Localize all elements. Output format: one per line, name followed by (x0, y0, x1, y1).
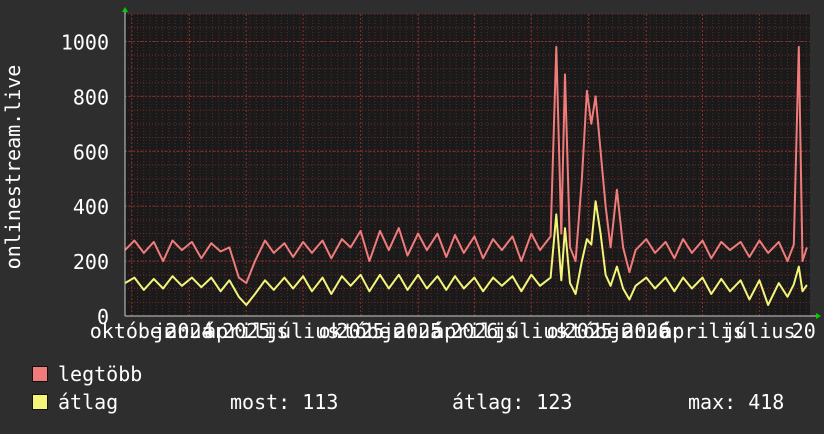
y-tick-label: 600 (73, 140, 109, 164)
y-tick-label: 800 (73, 85, 109, 109)
legend-max: legtöbb (32, 362, 142, 386)
legend-max-swatch (32, 366, 48, 382)
x-year-label: 20 (792, 319, 816, 343)
x-year-label: 2025 (337, 319, 385, 343)
x-year-label: 2025 (565, 319, 613, 343)
y-tick-label: 400 (73, 195, 109, 219)
y-axis-arrow-icon (122, 7, 128, 12)
x-year-label: 2024 (165, 319, 213, 343)
stat-average: átlag: 123 (452, 390, 573, 414)
x-year-label: 2026 (622, 319, 670, 343)
legend-avg-label: átlag (58, 390, 119, 414)
x-tick-label: július (723, 319, 795, 343)
x-year-label: 2025 (222, 319, 270, 343)
y-tick-label: 1000 (61, 30, 109, 54)
legend-avg-swatch (32, 394, 48, 410)
y-tick-label: 200 (73, 250, 109, 274)
legend-avg: átlag (32, 390, 118, 414)
x-year-label: 2025 (394, 319, 442, 343)
x-axis-arrow-icon (816, 313, 821, 319)
x-year-label: 2026 (450, 319, 498, 343)
stat-maximum: max: 418 (688, 390, 785, 414)
stat-current: most: 113 (230, 390, 339, 414)
y-axis-label: onlinestream.live (1, 65, 25, 270)
legend-max-label: legtöbb (58, 362, 143, 386)
